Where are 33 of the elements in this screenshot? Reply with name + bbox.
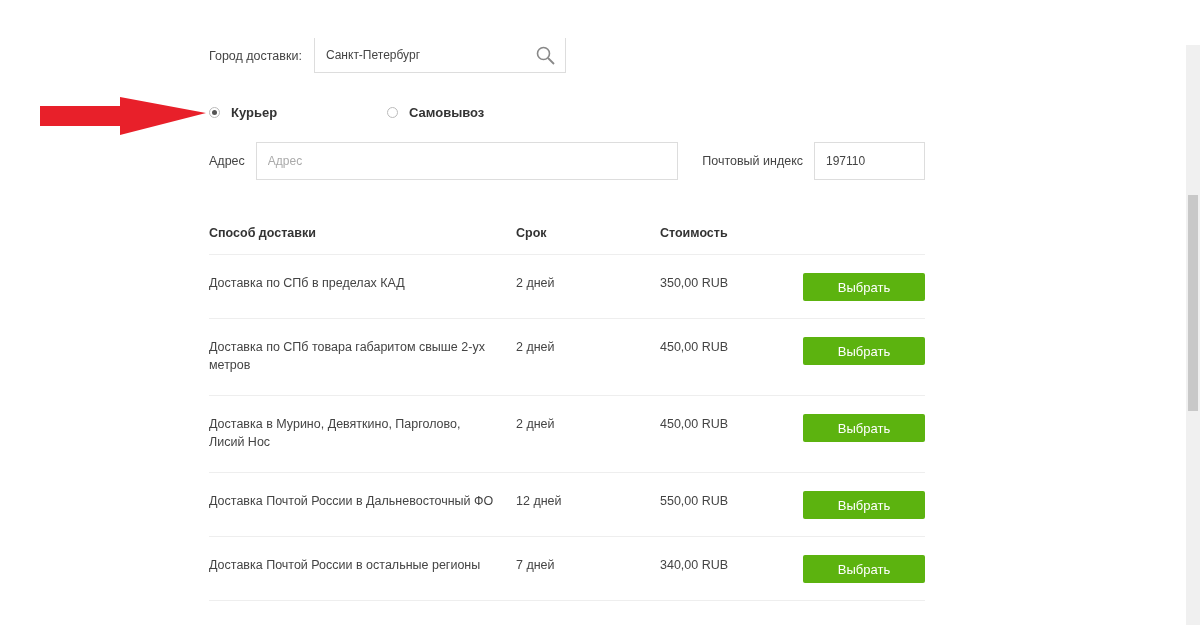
- table-cell-text: 550,00 RUB: [660, 493, 730, 510]
- radio-label[interactable]: Курьер: [231, 104, 278, 120]
- address-label: Адрес: [209, 154, 245, 168]
- table-cell-text: 2 дней: [516, 416, 556, 433]
- table-cell-text: Доставка Почтой России в Дальневосточный ФО: [209, 493, 495, 510]
- table-cell-text: Доставка Почтой России в остальные регионы: [209, 557, 482, 574]
- city-label: Город доставки:: [209, 48, 302, 63]
- table-cell-text: Доставка в Мурино, Девяткино, Парголово, Лисий Нос: [209, 416, 462, 451]
- select-button[interactable]: Выбрать: [803, 491, 925, 519]
- postcode-field[interactable]: 197110: [814, 142, 925, 180]
- radio-label[interactable]: Самовывоз: [409, 104, 485, 120]
- table-cell-text: Доставка по СПб товара габаритом свыше 2-ух метров: [209, 339, 486, 374]
- select-button[interactable]: Выбрать: [803, 337, 925, 365]
- scrollbar[interactable]: [1186, 45, 1200, 625]
- table-cell-text: 450,00 RUB: [660, 339, 730, 356]
- postcode-label: Почтовый индекс: [702, 154, 803, 168]
- column-header: Срок: [516, 225, 548, 242]
- select-button[interactable]: Выбрать: [803, 273, 925, 301]
- table-cell-text: 450,00 RUB: [660, 416, 730, 433]
- select-button[interactable]: Выбрать: [803, 414, 925, 442]
- table-cell-text: 350,00 RUB: [660, 275, 730, 292]
- table-cell-text: 7 дней: [516, 557, 556, 574]
- column-header: Способ доставки: [209, 225, 317, 242]
- select-button[interactable]: Выбрать: [803, 555, 925, 583]
- city-field[interactable]: Санкт-Петербург: [313, 38, 566, 73]
- table-cell-text: 340,00 RUB: [660, 557, 730, 574]
- search-icon[interactable]: [535, 45, 555, 65]
- column-header: Стоимость: [660, 225, 729, 242]
- address-field[interactable]: Адрес: [255, 142, 679, 180]
- table-cell-text: 2 дней: [516, 275, 556, 292]
- table-cell-text: Доставка по СПб в пределах КАД: [209, 275, 406, 292]
- table-cell-text: 12 дней: [516, 493, 563, 510]
- table-cell-text: 2 дней: [516, 339, 556, 356]
